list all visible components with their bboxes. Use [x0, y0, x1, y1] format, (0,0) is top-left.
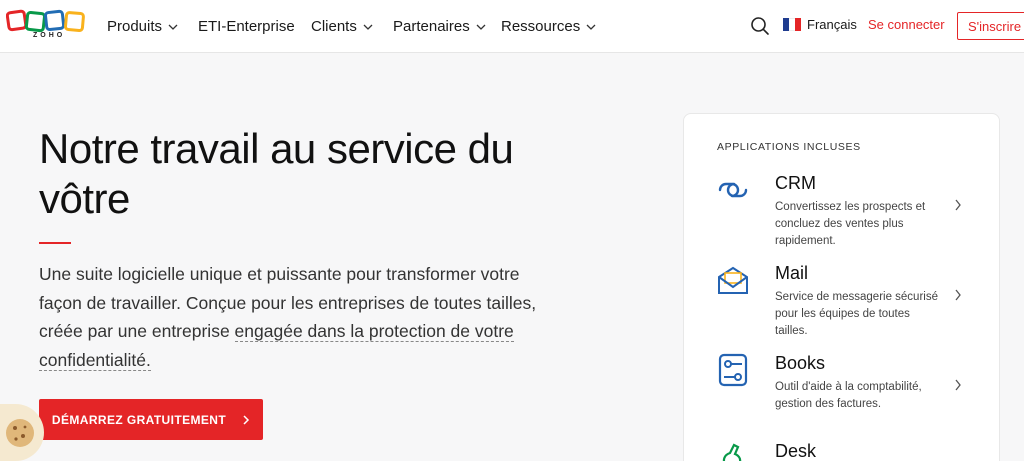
app-desk-name: Desk [775, 441, 817, 461]
chevron-down-icon [586, 24, 596, 30]
included-apps-panel: APPLICATIONS INCLUSES CRM Convertissez l… [683, 113, 1000, 461]
chevron-down-icon [168, 24, 178, 30]
chevron-right-icon [955, 199, 961, 211]
search-icon[interactable] [750, 16, 770, 36]
hero-description: Une suite logicielle unique et puissante… [39, 260, 559, 374]
nav-produits-label: Produits [107, 18, 163, 35]
app-books-name: Books [775, 353, 826, 373]
zoho-logo[interactable]: ZOHO [5, 8, 88, 44]
start-free-button[interactable]: DÉMARREZ GRATUITEMENT [39, 399, 263, 440]
app-crm[interactable]: CRM Convertissez les prospects et conclu… [684, 173, 1001, 253]
login-link[interactable]: Se connecter [868, 17, 945, 32]
nav-ressources-label: Ressources [501, 18, 581, 35]
app-books[interactable]: Books Outil d'aide à la comptabilité, ge… [684, 353, 1001, 423]
nav-eti-label: ETI-Enterprise [198, 18, 295, 35]
nav-partenaires[interactable]: Partenaires [393, 18, 486, 35]
start-free-label: DÉMARREZ GRATUITEMENT [51, 412, 227, 427]
app-crm-desc: Convertissez les prospects et concluez d… [775, 201, 926, 247]
top-header: ZOHO Produits ETI-Enterprise Clients Par… [0, 0, 1024, 53]
crm-icon [718, 182, 748, 198]
signup-button[interactable]: S'inscrire [957, 12, 1024, 40]
chevron-right-icon [955, 379, 961, 391]
chevron-down-icon [363, 24, 373, 30]
nav-ressources[interactable]: Ressources [501, 18, 596, 35]
nav-clients-label: Clients [311, 18, 357, 35]
logo-wordmark: ZOHO [33, 32, 66, 39]
chevron-right-icon [243, 414, 250, 425]
app-mail-name: Mail [775, 263, 809, 283]
language-selector[interactable]: Français [783, 17, 857, 32]
books-icon [718, 353, 748, 387]
nav-partenaires-label: Partenaires [393, 18, 470, 35]
france-flag-icon [783, 18, 801, 31]
mail-icon [718, 266, 748, 294]
nav-clients[interactable]: Clients [311, 18, 373, 35]
chevron-down-icon [476, 24, 486, 30]
app-books-desc: Outil d'aide à la comptabilité, gestion … [775, 381, 922, 410]
app-mail[interactable]: Mail Service de messagerie sécurisé pour… [684, 263, 1001, 343]
nav-eti-enterprise[interactable]: ETI-Enterprise [198, 18, 295, 35]
nav-produits[interactable]: Produits [107, 18, 178, 35]
language-label: Français [807, 17, 857, 32]
included-apps-title: APPLICATIONS INCLUSES [717, 141, 861, 153]
cookie-icon [6, 419, 34, 447]
app-crm-name: CRM [775, 173, 816, 193]
app-mail-desc: Service de messagerie sécurisé pour les … [775, 291, 938, 337]
signup-label: S'inscrire [968, 18, 1022, 34]
chevron-right-icon [955, 289, 961, 301]
app-desk[interactable]: Desk [684, 441, 1001, 461]
hero-divider [39, 242, 71, 244]
cookie-settings-button[interactable] [0, 404, 44, 461]
desk-icon [722, 443, 742, 461]
hero-title: Notre travail au service du vôtre [39, 125, 514, 222]
